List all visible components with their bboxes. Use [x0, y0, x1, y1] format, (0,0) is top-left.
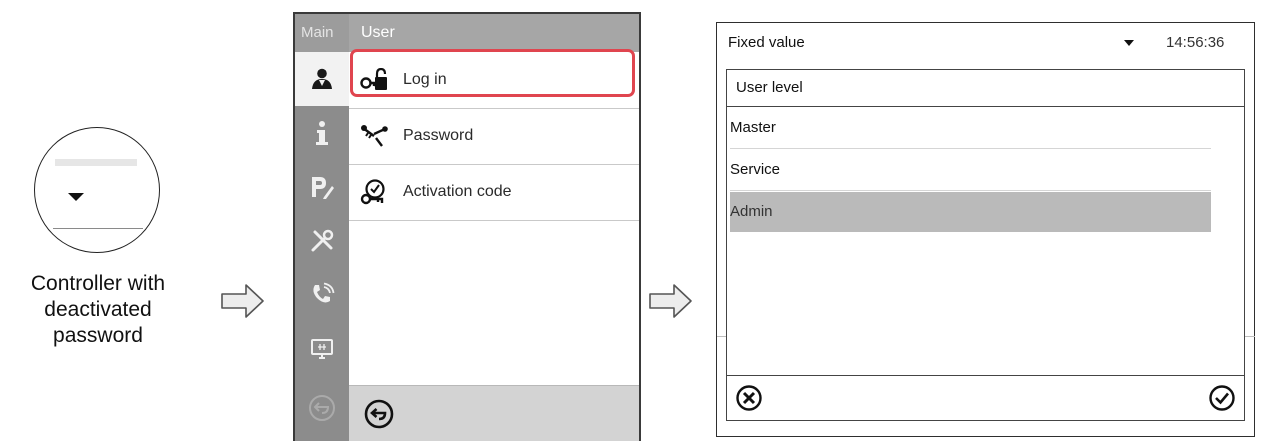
- option-master[interactable]: Master: [730, 108, 1211, 149]
- mode-title: Fixed value: [728, 34, 805, 51]
- sidebar-item-service[interactable]: [295, 268, 349, 322]
- phone-icon: [313, 282, 335, 303]
- option-admin[interactable]: Admin: [730, 192, 1211, 232]
- user-level-dialog: User level Master Service Admin: [726, 69, 1245, 421]
- caption-line-1: Controller with: [30, 272, 166, 295]
- sidebar-main-label[interactable]: Main: [295, 14, 349, 52]
- back-button[interactable]: [363, 398, 395, 430]
- user-icon: [312, 68, 332, 89]
- menu-item-password[interactable]: Password: [349, 108, 639, 165]
- tools-icon: [311, 229, 334, 252]
- back-icon-disabled: [309, 395, 335, 421]
- back-icon: [364, 399, 394, 428]
- controller-zoom-circle: [34, 127, 160, 253]
- divider: [53, 228, 143, 229]
- dialog-footer: [727, 375, 1244, 420]
- confirm-button[interactable]: [1208, 384, 1236, 412]
- clock-time: 14:56:36: [1166, 34, 1225, 51]
- sidebar-item-program[interactable]: [295, 160, 349, 214]
- sidebar-item-settings[interactable]: [295, 214, 349, 268]
- header-strip: [55, 159, 137, 166]
- dialog-heading: User level: [727, 70, 1244, 107]
- background-divider: [1245, 336, 1255, 337]
- caret-down-icon: [68, 193, 84, 201]
- info-icon: [316, 121, 328, 145]
- right-arrow-icon: [649, 284, 692, 318]
- option-service[interactable]: Service: [730, 150, 1211, 191]
- activation-code-icon: [359, 179, 389, 205]
- user-menu-panel: Main User Log in Password Activation cod…: [293, 12, 641, 441]
- display-icon: [311, 339, 333, 359]
- menu-header: User: [349, 14, 639, 52]
- login-highlight: [350, 49, 635, 97]
- menu-item-activation-code[interactable]: Activation code: [349, 164, 639, 221]
- program-edit-icon: [312, 177, 334, 199]
- menu-item-label: Password: [403, 127, 474, 144]
- caption: Controller with deactivated password: [0, 271, 196, 349]
- caret-down-icon[interactable]: [1124, 40, 1134, 46]
- password-keys-icon: [359, 124, 389, 148]
- sidebar-back-button: [295, 381, 349, 435]
- sidebar: Main: [295, 14, 349, 441]
- user-level-screen: Fixed value 14:56:36 User level Master S…: [716, 22, 1255, 437]
- menu-item-label: Activation code: [403, 183, 512, 200]
- sidebar-item-user[interactable]: [295, 52, 349, 106]
- cancel-x-icon: [736, 385, 762, 411]
- menu-footer: [349, 385, 639, 441]
- right-arrow-icon: [221, 284, 264, 318]
- sidebar-item-info[interactable]: [295, 106, 349, 160]
- menu-content: User Log in Password Activation code: [349, 14, 639, 441]
- caption-line-3: password: [53, 324, 143, 347]
- caption-line-2: deactivated: [44, 298, 152, 321]
- cancel-button[interactable]: [735, 384, 763, 412]
- status-bar: Fixed value 14:56:36: [717, 23, 1254, 65]
- checkmark-icon: [1209, 385, 1235, 411]
- sidebar-item-display[interactable]: [295, 322, 349, 376]
